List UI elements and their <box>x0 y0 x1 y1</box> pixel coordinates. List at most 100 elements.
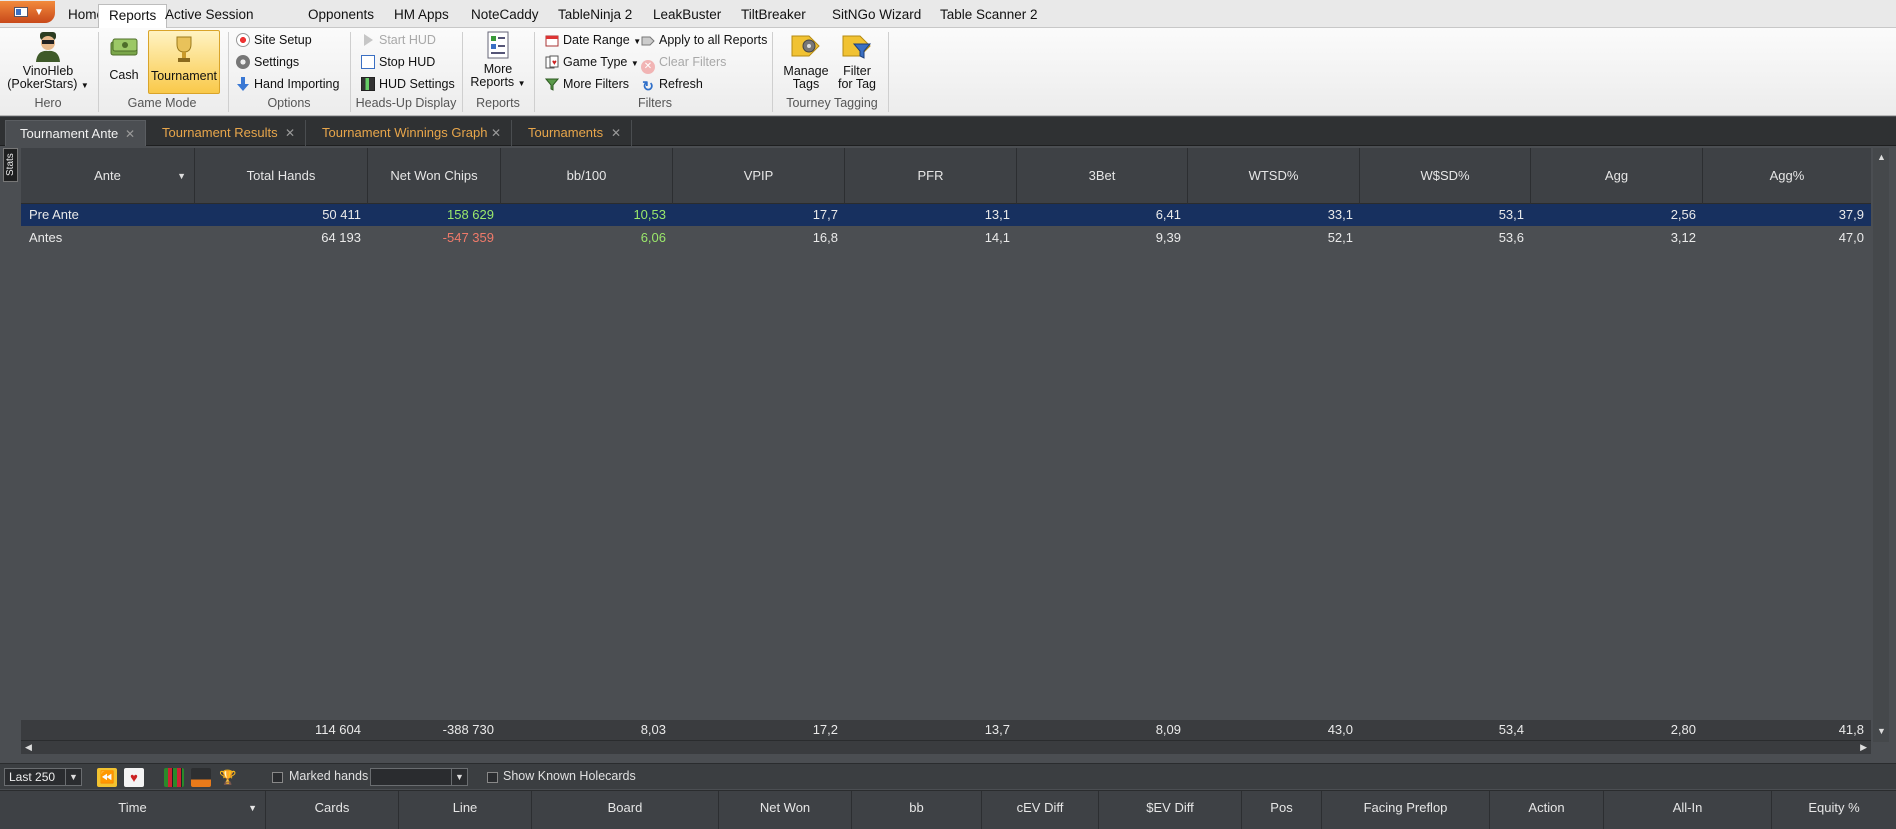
column-header-net-won[interactable]: Net Won <box>719 791 852 829</box>
cell-wsd: 53,1 <box>1498 207 1524 222</box>
tab-tournament-results[interactable]: Tournament Results ✕ <box>148 120 306 146</box>
column-header-agg-pct[interactable]: Agg% <box>1703 148 1871 204</box>
column-header-time[interactable]: Time ▼ <box>0 791 266 829</box>
group-label-hud: Heads-Up Display <box>355 96 457 110</box>
chevron-down-icon[interactable]: ▼ <box>451 769 467 785</box>
marked-hands-select[interactable]: ▼ <box>370 768 468 786</box>
hand-importing-button[interactable]: Hand Importing <box>236 74 339 94</box>
app-menu-button[interactable]: ▼ <box>0 1 55 23</box>
more-filters-button[interactable]: More Filters <box>544 74 629 94</box>
cards-icon[interactable]: ♥ <box>124 768 144 787</box>
scroll-up-icon[interactable]: ▲ <box>1877 152 1886 162</box>
cell-net-won: 158 629 <box>447 207 494 222</box>
scroll-down-icon[interactable]: ▼ <box>1877 726 1886 736</box>
date-range-dropdown[interactable]: Date Range ▼ <box>545 30 641 50</box>
tournament-mode-button[interactable]: Tournament <box>148 30 220 94</box>
column-header-facing-preflop[interactable]: Facing Preflop <box>1322 791 1490 829</box>
close-icon[interactable]: ✕ <box>125 121 135 147</box>
menu-table-scanner[interactable]: Table Scanner 2 <box>930 6 1048 28</box>
cell-wtsd: 52,1 <box>1327 230 1353 245</box>
refresh-button[interactable]: ↻ Refresh <box>641 74 703 94</box>
cell-ante: Antes <box>29 230 63 245</box>
menu-tableninja[interactable]: TableNinja 2 <box>548 6 642 28</box>
column-header-bb[interactable]: bb <box>852 791 982 829</box>
stop-hud-button[interactable]: Stop HUD <box>361 52 435 72</box>
column-header-agg[interactable]: Agg <box>1531 148 1703 204</box>
column-header-all-in[interactable]: All-In <box>1604 791 1772 829</box>
close-icon[interactable]: ✕ <box>611 120 621 146</box>
horizontal-scrollbar[interactable]: ◀ ▶ <box>21 740 1871 754</box>
column-header-wsd[interactable]: W$SD% <box>1360 148 1531 204</box>
hand-count-select[interactable]: Last 250 ▼ <box>4 768 82 786</box>
apply-all-reports-button[interactable]: Apply to all Reports <box>641 30 767 50</box>
bar-chart-icon[interactable] <box>191 768 211 787</box>
document-icon <box>14 7 28 17</box>
settings-button[interactable]: Settings <box>236 52 299 72</box>
menu-hm-apps[interactable]: HM Apps <box>384 6 459 28</box>
cell-total-hands: 64 193 <box>321 230 361 245</box>
column-header-wtsd[interactable]: WTSD% <box>1188 148 1360 204</box>
heatmap-icon[interactable] <box>164 768 184 787</box>
start-hud-button[interactable]: Start HUD <box>361 30 436 50</box>
column-header-line[interactable]: Line <box>399 791 532 829</box>
group-divider <box>888 32 889 112</box>
trophy-icon[interactable]: 🏆 <box>218 768 238 787</box>
table-row[interactable]: Pre Ante 50 411 158 629 10,53 17,7 13,1 … <box>21 204 1871 226</box>
clear-filters-button[interactable]: ✕ Clear Filters <box>641 52 726 74</box>
column-header-ante[interactable]: Ante ▼ <box>21 148 195 204</box>
show-known-holecards-checkbox[interactable] <box>487 772 498 783</box>
column-header-cev-diff[interactable]: cEV Diff <box>982 791 1099 829</box>
column-header-action[interactable]: Action <box>1490 791 1604 829</box>
menu-bar: ▼ Home Reports Active Session Opponents … <box>0 0 1896 28</box>
cash-label: Cash <box>109 68 139 82</box>
column-header-board[interactable]: Board <box>532 791 719 829</box>
scroll-right-icon[interactable]: ▶ <box>1860 742 1867 753</box>
group-divider <box>462 32 463 112</box>
vertical-scrollbar[interactable]: ▲ ▼ <box>1873 148 1889 742</box>
menu-leakbuster[interactable]: LeakBuster <box>643 6 731 28</box>
menu-notecaddy[interactable]: NoteCaddy <box>461 6 549 28</box>
cash-mode-button[interactable]: Cash <box>104 30 144 92</box>
tab-tournament-ante[interactable]: Tournament Ante ✕ <box>5 120 146 146</box>
cell-bb100: 10,53 <box>633 207 666 222</box>
hero-button[interactable]: VinoHleb (PokerStars) ▼ <box>6 30 90 94</box>
site-setup-label: Site Setup <box>254 33 312 47</box>
close-icon[interactable]: ✕ <box>285 120 295 146</box>
column-header-vpip[interactable]: VPIP <box>673 148 845 204</box>
tab-tournament-winnings-graph[interactable]: Tournament Winnings Graph ✕ <box>308 120 512 146</box>
total-wtsd: 43,0 <box>1327 722 1353 737</box>
column-header-pos[interactable]: Pos <box>1242 791 1322 829</box>
game-type-dropdown[interactable]: ♥ Game Type ▼ <box>545 52 639 72</box>
column-header-3bet[interactable]: 3Bet <box>1017 148 1188 204</box>
column-header-sev-diff[interactable]: $EV Diff <box>1099 791 1242 829</box>
menu-active-session[interactable]: Active Session <box>155 6 264 28</box>
column-header-bb100[interactable]: bb/100 <box>501 148 673 204</box>
column-header-equity[interactable]: Equity % <box>1772 791 1896 829</box>
more-reports-label-2: Reports <box>470 75 515 89</box>
column-header-total-hands[interactable]: Total Hands <box>195 148 368 204</box>
table-row[interactable]: Antes 64 193 -547 359 6,06 16,8 14,1 9,3… <box>21 227 1871 249</box>
filter-for-tag-button[interactable]: Filter for Tag <box>832 30 882 94</box>
stats-side-tab[interactable]: Stats <box>3 148 18 182</box>
menu-opponents[interactable]: Opponents <box>298 6 384 28</box>
cell-agg-pct: 37,9 <box>1838 207 1864 222</box>
column-header-pfr[interactable]: PFR <box>845 148 1017 204</box>
site-setup-button[interactable]: Site Setup <box>236 30 312 50</box>
rewind-icon[interactable]: ⏪ <box>97 768 117 787</box>
chevron-down-icon[interactable]: ▼ <box>65 769 81 785</box>
column-header-net-won[interactable]: Net Won Chips <box>368 148 501 204</box>
menu-tiltbreaker[interactable]: TiltBreaker <box>731 6 816 28</box>
total-hands: 114 604 <box>314 722 361 737</box>
hud-settings-button[interactable]: HUD Settings <box>361 74 455 94</box>
chevron-down-icon[interactable]: ▼ <box>248 791 257 825</box>
chevron-down-icon[interactable]: ▼ <box>177 148 186 204</box>
close-icon[interactable]: ✕ <box>491 120 501 146</box>
tab-tournaments[interactable]: Tournaments ✕ <box>514 120 632 146</box>
marked-hands-checkbox[interactable] <box>272 772 283 783</box>
scroll-left-icon[interactable]: ◀ <box>25 742 32 753</box>
more-reports-button[interactable]: More Reports ▼ <box>468 30 528 94</box>
column-header-cards[interactable]: Cards <box>266 791 399 829</box>
manage-tags-button[interactable]: Manage Tags <box>780 30 832 94</box>
stop-icon <box>361 55 375 69</box>
menu-sitngo-wizard[interactable]: SitNGo Wizard <box>822 6 931 28</box>
